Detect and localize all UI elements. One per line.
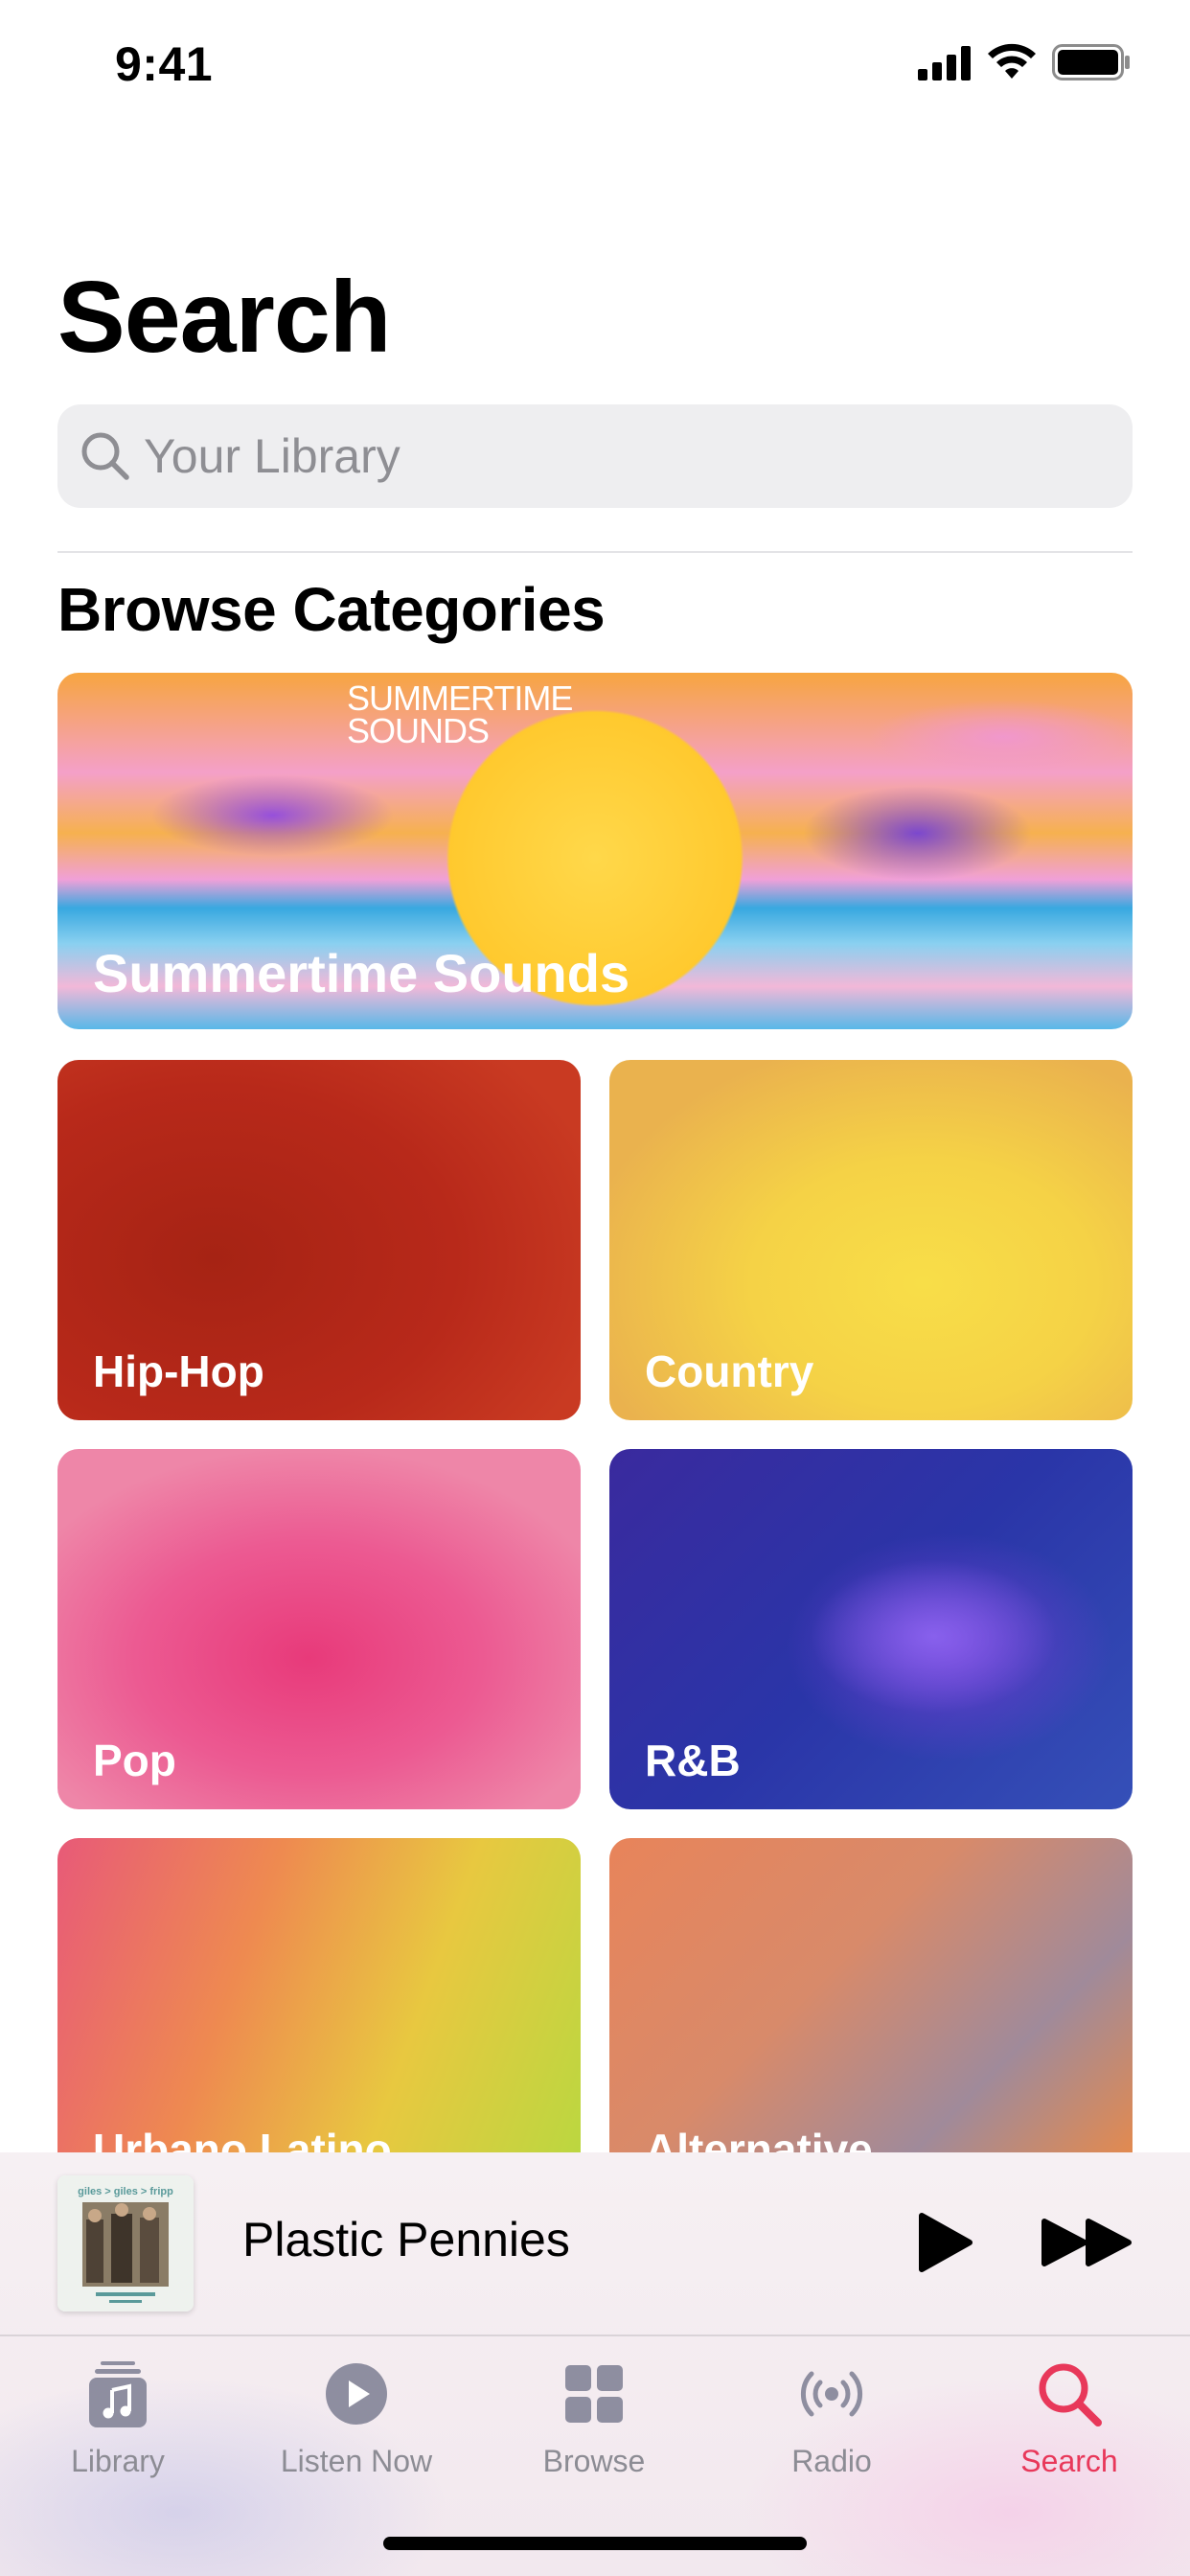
album-art[interactable]: giles > giles > fripp (57, 2175, 194, 2312)
cellular-signal-icon (918, 46, 971, 80)
category-label: Summertime Sounds (93, 943, 630, 1003)
bottom-panel: giles > giles > fripp Plastic Pennies Li… (0, 2152, 1190, 2576)
category-label: Pop (93, 1736, 176, 1785)
listen-now-icon (326, 2363, 387, 2425)
track-title[interactable]: Plastic Pennies (242, 2216, 570, 2264)
category-tile-country[interactable]: Country (609, 1060, 1133, 1420)
category-label: Hip-Hop (93, 1346, 264, 1396)
browse-icon (565, 2365, 623, 2423)
tab-label: Library (71, 2444, 165, 2478)
tab-label: Radio (791, 2444, 872, 2478)
home-indicator[interactable] (383, 2537, 807, 2550)
category-label: R&B (645, 1736, 741, 1785)
divider (57, 551, 1133, 553)
wifi-icon (988, 43, 1036, 79)
album-art-text: giles > giles > fripp (78, 2186, 173, 2197)
category-tile-hip-hop[interactable]: Hip-Hop (57, 1060, 581, 1420)
tab-library[interactable]: Library (12, 2336, 223, 2480)
battery-icon (1052, 44, 1130, 80)
album-art-image: giles > giles > fripp (57, 2175, 194, 2312)
category-tile-rnb[interactable]: R&B (609, 1449, 1133, 1809)
search-icon (1039, 2363, 1102, 2426)
radio-icon (800, 2371, 863, 2417)
library-icon (89, 2361, 147, 2427)
magnifying-glass-icon (81, 432, 129, 480)
tab-listen-now[interactable]: Listen Now (251, 2336, 462, 2480)
status-bar: 9:41 (0, 0, 1190, 126)
category-tile-alternative[interactable]: Alternative (609, 1838, 1133, 2198)
category-tile-urbano-latino[interactable]: Urbano Latino (57, 1838, 581, 2198)
play-button[interactable] (918, 2212, 973, 2273)
logo-line-2: SOUNDS (347, 711, 490, 750)
page-title: Search (57, 261, 392, 374)
category-tile-pop[interactable]: Pop (57, 1449, 581, 1809)
tab-bar: Library Listen Now Browse Radio Search (0, 2336, 1190, 2490)
mini-player[interactable]: giles > giles > fripp Plastic Pennies (0, 2152, 1190, 2334)
section-title: Browse Categories (57, 575, 606, 644)
tab-search[interactable]: Search (964, 2336, 1175, 2480)
search-bar[interactable] (57, 404, 1133, 508)
tab-radio[interactable]: Radio (726, 2336, 937, 2480)
logo-line-1: SUMMERTIME (347, 678, 573, 718)
category-label: Country (645, 1346, 814, 1396)
tab-browse[interactable]: Browse (489, 2336, 699, 2480)
search-input[interactable] (144, 422, 1102, 491)
summertime-sounds-logo: SUMMERTIME SOUNDS (347, 678, 573, 750)
category-tile-summertime-sounds[interactable]: SUMMERTIME SOUNDS Summertime Sounds (57, 673, 1133, 1029)
status-time: 9:41 (115, 37, 214, 91)
tab-label: Browse (542, 2444, 646, 2478)
tab-label: Search (1020, 2444, 1118, 2478)
tab-label: Listen Now (280, 2444, 433, 2478)
fast-forward-button[interactable] (1041, 2218, 1133, 2267)
